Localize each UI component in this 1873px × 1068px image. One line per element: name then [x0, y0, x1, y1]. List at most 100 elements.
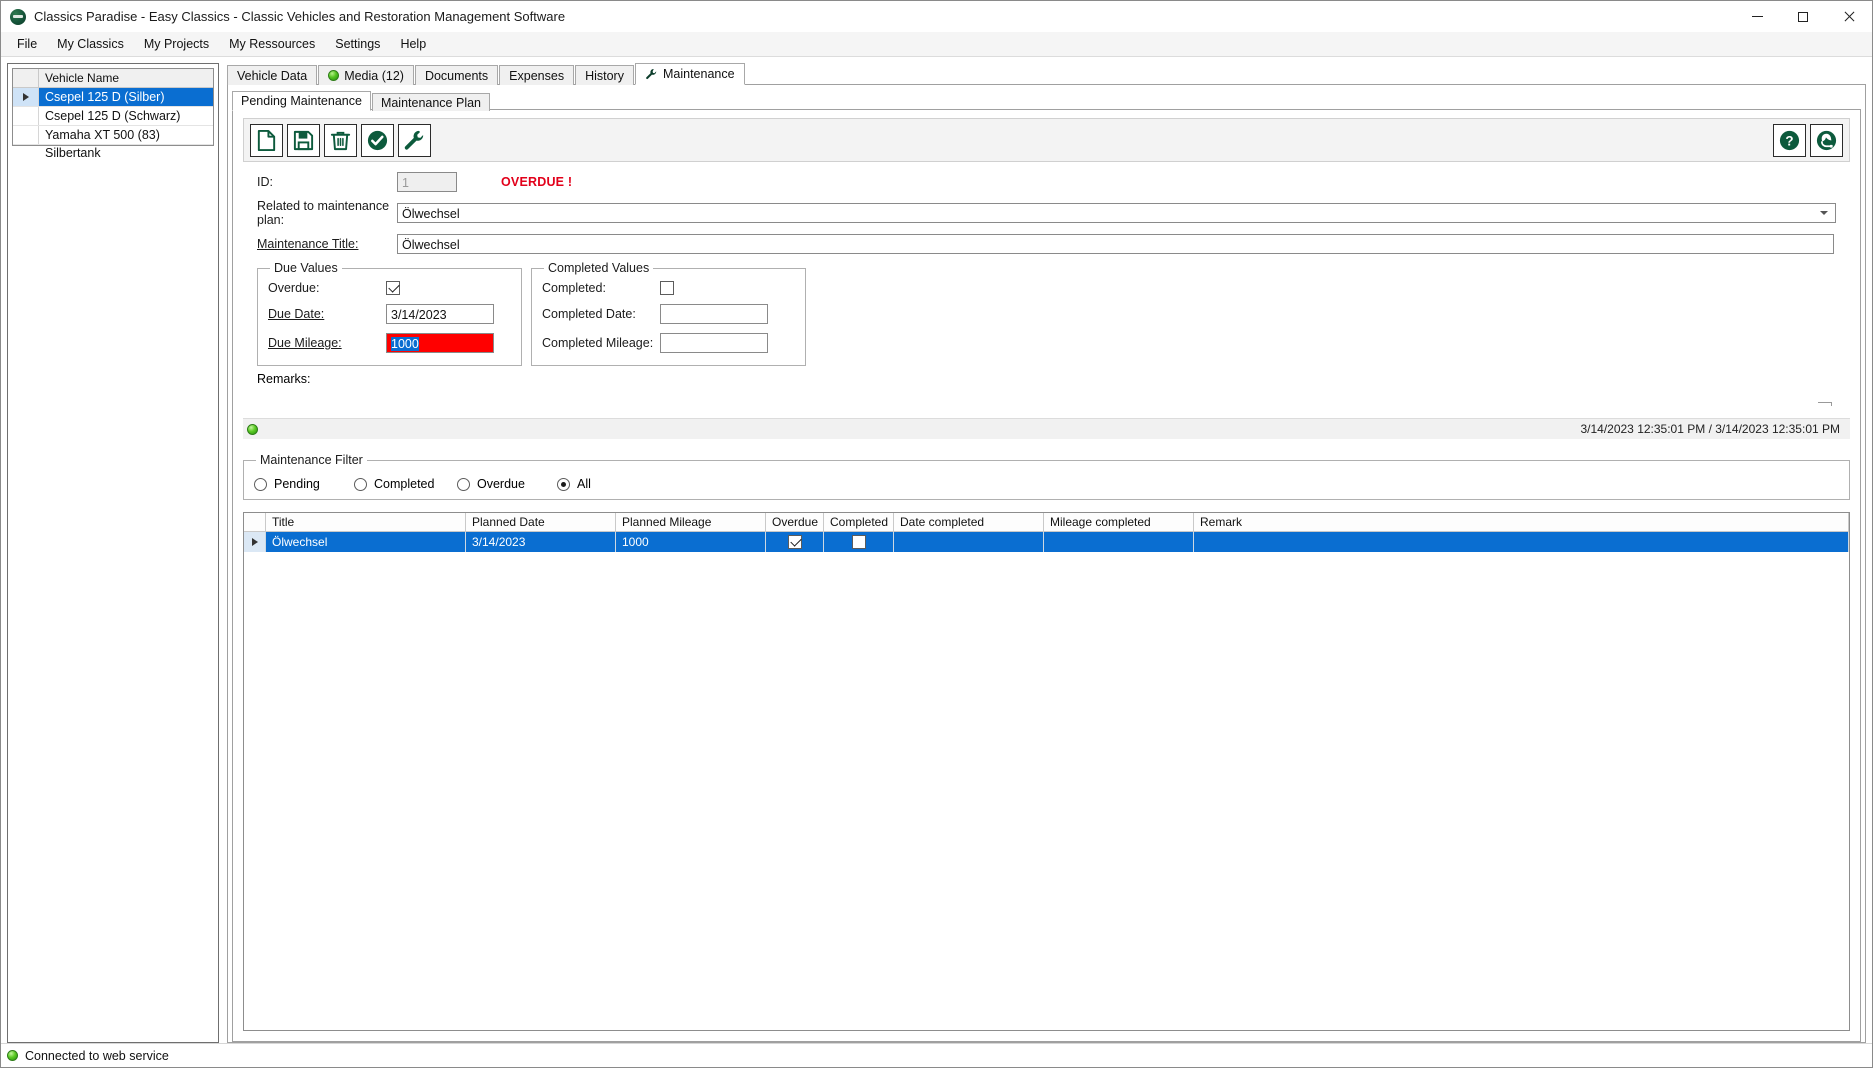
grid-header-corner: [244, 513, 266, 531]
completed-row: Completed:: [542, 281, 795, 295]
subtab-label: Pending Maintenance: [241, 94, 362, 108]
filter-radio-all[interactable]: All: [557, 477, 657, 491]
close-button[interactable]: [1826, 1, 1872, 32]
vehicle-row-yamaha-xt500[interactable]: Yamaha XT 500 (83) Silbertank: [13, 126, 213, 160]
help-button[interactable]: ?: [1773, 123, 1806, 157]
column-header-planned-date[interactable]: Planned Date: [466, 513, 616, 531]
maintenance-form: ID: 1 OVERDUE ! Related to maintenance p…: [243, 162, 1850, 418]
support-button[interactable]: [1810, 123, 1843, 157]
remarks-label: Remarks:: [257, 372, 311, 386]
column-header-mileage-completed[interactable]: Mileage completed: [1044, 513, 1194, 531]
due-date-input[interactable]: 3/14/2023: [386, 304, 494, 324]
filter-label: All: [577, 477, 591, 491]
vehicle-row-csepel-schwarz[interactable]: Csepel 125 D (Schwarz): [13, 107, 213, 126]
menu-item-my-projects[interactable]: My Projects: [134, 33, 219, 55]
minimize-button[interactable]: [1734, 1, 1780, 32]
check-circle-icon: [367, 130, 388, 150]
menu-item-my-classics[interactable]: My Classics: [47, 33, 134, 55]
row-indicator: [244, 532, 266, 552]
cell-mileage-completed: [1044, 532, 1194, 552]
vehicle-grid-header: Vehicle Name: [13, 69, 213, 88]
column-header-completed[interactable]: Completed: [824, 513, 894, 531]
due-date-row: Due Date: 3/14/2023: [268, 304, 511, 324]
cell-completed[interactable]: [824, 532, 894, 552]
tab-vehicle-data[interactable]: Vehicle Data: [227, 65, 318, 85]
column-header-remark[interactable]: Remark: [1194, 513, 1849, 531]
column-header-planned-mileage[interactable]: Planned Mileage: [616, 513, 766, 531]
resize-grip-icon[interactable]: [1816, 400, 1832, 408]
overdue-checkbox[interactable]: [386, 281, 400, 295]
tab-expenses[interactable]: Expenses: [499, 65, 575, 85]
filter-radio-pending[interactable]: Pending: [254, 477, 354, 491]
overdue-row: Overdue:: [268, 281, 511, 295]
delete-record-button[interactable]: [324, 123, 357, 157]
wrench-icon: [404, 130, 424, 150]
cell-overdue[interactable]: [766, 532, 824, 552]
filter-radio-overdue[interactable]: Overdue: [457, 477, 557, 491]
menu-item-help[interactable]: Help: [390, 33, 436, 55]
tab-label: History: [585, 68, 624, 83]
completed-label: Completed:: [542, 281, 606, 295]
column-header-overdue[interactable]: Overdue: [766, 513, 824, 531]
vehicle-grid: Vehicle Name Csepel 125 D (Silber) Csepe…: [12, 68, 214, 160]
related-plan-row: Related to maintenance plan: Ölwechsel: [257, 199, 1836, 227]
completed-checkbox[interactable]: [660, 281, 674, 295]
due-mileage-label: Due Mileage:: [268, 336, 342, 350]
cell-planned-mileage: 1000: [616, 532, 766, 552]
filter-radio-completed[interactable]: Completed: [354, 477, 457, 491]
grid-header-row: Title Planned Date Planned Mileage Overd…: [244, 513, 1849, 532]
completed-mileage-input[interactable]: [660, 333, 768, 353]
svg-text:?: ?: [1785, 133, 1793, 148]
subtab-maintenance-plan[interactable]: Maintenance Plan: [371, 93, 491, 111]
completed-values-legend: Completed Values: [548, 261, 650, 275]
subtab-pending-maintenance[interactable]: Pending Maintenance: [232, 91, 371, 111]
column-header-title[interactable]: Title: [266, 513, 466, 531]
maintenance-tool-button[interactable]: [398, 123, 431, 157]
new-document-icon: [257, 129, 276, 151]
tab-label: Documents: [424, 68, 489, 83]
column-header-date-completed[interactable]: Date completed: [894, 513, 1044, 531]
wrench-icon: [646, 68, 657, 79]
toolbar-left-group: [250, 123, 431, 157]
id-field: 1: [397, 172, 457, 192]
maintenance-filter-wrap: Maintenance Filter Pending Completed Ove…: [243, 453, 1850, 500]
radio-indicator: [254, 477, 267, 491]
cell-remark: [1194, 532, 1849, 552]
filter-label: Pending: [274, 477, 320, 491]
related-plan-label: Related to maintenance plan:: [257, 199, 390, 227]
filter-label: Completed: [374, 477, 435, 491]
vehicle-name: Csepel 125 D (Silber): [39, 88, 213, 106]
due-values-group: Due Values Overdue: Due Date: 3/14/2023: [257, 261, 522, 366]
menu-item-settings[interactable]: Settings: [325, 33, 390, 55]
menu-item-my-ressources[interactable]: My Ressources: [219, 33, 325, 55]
related-plan-value[interactable]: Ölwechsel: [397, 203, 1836, 223]
tab-documents[interactable]: Documents: [414, 65, 499, 85]
completed-mileage-row: Completed Mileage:: [542, 333, 795, 353]
completed-date-input[interactable]: [660, 304, 768, 324]
vehicle-name-column-header[interactable]: Vehicle Name: [39, 69, 213, 87]
new-record-button[interactable]: [250, 123, 283, 157]
maintenance-title-input[interactable]: Ölwechsel: [397, 234, 1834, 254]
maximize-button[interactable]: [1780, 1, 1826, 32]
tab-media[interactable]: Media (12): [318, 65, 414, 85]
completed-cell-checkbox[interactable]: [851, 535, 866, 549]
related-plan-combo[interactable]: Ölwechsel: [397, 203, 1836, 223]
cell-planned-date: 3/14/2023: [466, 532, 616, 552]
tab-history[interactable]: History: [575, 65, 634, 85]
tab-maintenance[interactable]: Maintenance: [634, 63, 745, 85]
tab-label: Vehicle Data: [237, 68, 308, 83]
tab-label: Media (12): [344, 68, 404, 83]
window-controls: [1734, 1, 1872, 32]
completed-date-label: Completed Date:: [542, 307, 636, 321]
save-record-button[interactable]: [287, 123, 320, 157]
remarks-input[interactable]: [257, 388, 1836, 418]
table-row[interactable]: Ölwechsel 3/14/2023 1000: [244, 532, 1849, 552]
mark-completed-button[interactable]: [361, 123, 394, 157]
filter-label: Overdue: [477, 477, 525, 491]
due-mileage-input[interactable]: 1000: [386, 333, 494, 353]
connection-status-text: Connected to web service: [25, 1048, 169, 1063]
vehicle-row-csepel-silber[interactable]: Csepel 125 D (Silber): [13, 88, 213, 107]
vehicle-name: Csepel 125 D (Schwarz): [45, 109, 181, 123]
menu-item-file[interactable]: File: [7, 33, 47, 55]
overdue-cell-checkbox[interactable]: [787, 535, 802, 549]
